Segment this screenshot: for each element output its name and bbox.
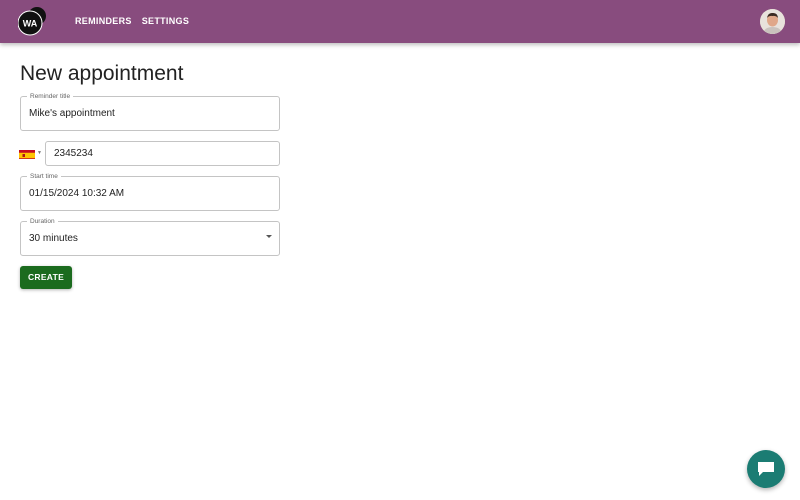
logo-icon: WA xyxy=(18,7,46,36)
nav-reminders[interactable]: REMINDERS xyxy=(75,16,132,26)
spain-flag-icon xyxy=(19,148,35,159)
start-time-value: 01/15/2024 10:32 AM xyxy=(29,188,125,199)
phone-number-input[interactable]: 2345234 xyxy=(45,141,280,166)
main-nav: REMINDERS SETTINGS xyxy=(75,16,189,26)
reminder-title-value: Mike's appointment xyxy=(29,108,115,119)
phone-number-value: 2345234 xyxy=(54,148,93,159)
nav-settings[interactable]: SETTINGS xyxy=(142,16,189,26)
country-code-select[interactable]: ▼ xyxy=(19,147,43,161)
reminder-title-label: Reminder title xyxy=(27,92,74,101)
app-bar: WA REMINDERS SETTINGS xyxy=(0,0,800,43)
duration-label: Duration xyxy=(27,217,58,226)
user-avatar-icon xyxy=(760,9,785,34)
chat-button[interactable] xyxy=(747,450,785,488)
reminder-title-field[interactable]: Reminder title Mike's appointment xyxy=(20,92,280,131)
create-button[interactable]: CREATE xyxy=(20,266,72,289)
duration-select[interactable]: Duration 30 minutes xyxy=(20,217,280,256)
app-logo[interactable]: WA xyxy=(18,7,48,37)
chevron-down-icon: ▼ xyxy=(37,150,42,156)
avatar[interactable] xyxy=(760,9,785,34)
start-time-field[interactable]: Start time 01/15/2024 10:32 AM xyxy=(20,172,280,211)
start-time-label: Start time xyxy=(27,172,61,181)
logo-text: WA xyxy=(23,19,38,29)
page-title: New appointment xyxy=(20,62,184,85)
duration-value: 30 minutes xyxy=(29,233,78,244)
dropdown-arrow-icon xyxy=(266,235,272,238)
chat-bubble-icon xyxy=(758,462,774,476)
